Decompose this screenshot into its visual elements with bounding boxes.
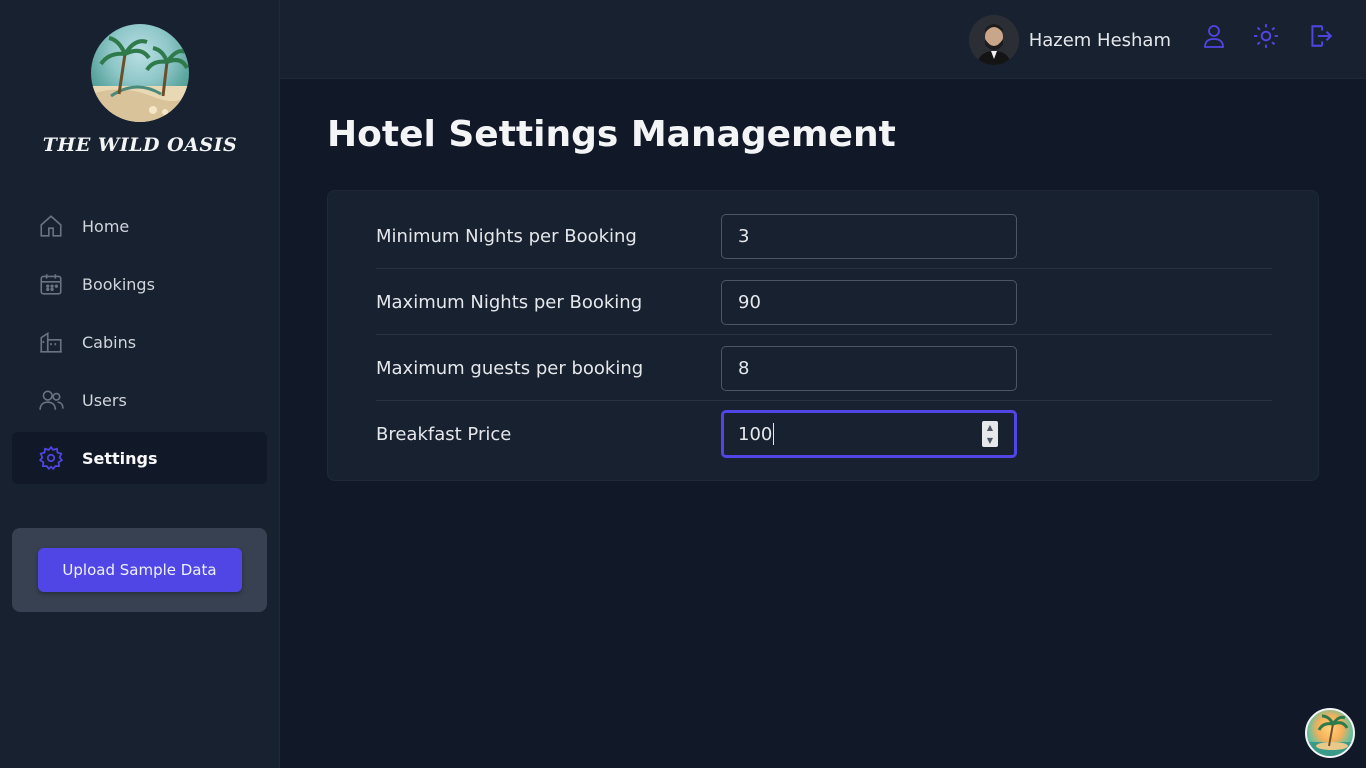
brand-name: THE WILD OASIS [42,134,238,156]
setting-row-breakfast-price: Breakfast Price 100 ▲ ▼ [376,401,1272,467]
setting-row-max-nights: Maximum Nights per Booking 90 [376,269,1272,335]
setting-row-min-nights: Minimum Nights per Booking 3 [376,203,1272,269]
brand: THE WILD OASIS [0,24,280,156]
sidebar-item-label: Settings [82,448,158,468]
max-guests-input[interactable]: 8 [721,345,1017,391]
input-value: 8 [738,357,750,379]
setting-row-max-guests: Maximum guests per booking 8 [376,335,1272,401]
sidebar-item-users[interactable]: Users [12,374,267,426]
sidebar-item-settings[interactable]: Settings [12,432,267,484]
input-value: 100 [738,423,773,445]
setting-label: Minimum Nights per Booking [376,225,637,247]
breakfast-price-input[interactable]: 100 ▲ ▼ [721,410,1017,458]
upload-panel: Upload Sample Data [12,528,267,612]
spinner-down-icon[interactable]: ▼ [987,436,993,445]
home-icon [38,213,64,239]
text-caret [773,423,775,445]
input-value: 90 [738,291,761,313]
page-title: Hotel Settings Management [327,114,896,155]
setting-label: Breakfast Price [376,423,512,445]
floating-palm-logo-icon[interactable] [1305,708,1355,758]
setting-label: Maximum Nights per Booking [376,291,643,313]
building-icon [38,329,64,355]
setting-label: Maximum guests per booking [376,357,644,379]
sidebar-item-home[interactable]: Home [12,200,267,252]
avatar [968,15,1019,65]
logout-icon[interactable] [1306,22,1334,50]
sidebar-item-cabins[interactable]: Cabins [12,316,267,368]
sidebar-item-label: Home [82,216,130,236]
sidebar-item-label: Cabins [82,332,137,352]
app-root: THE WILD OASIS Home Bookings Cabins User… [0,0,1366,768]
input-value: 3 [738,225,750,247]
settings-form: Minimum Nights per Booking 3 Maximum Nig… [327,190,1319,481]
sidebar-nav: Home Bookings Cabins Users Settings [12,200,267,490]
gear-icon [38,445,64,471]
calendar-icon [38,271,64,297]
top-header: Hazem Hesham [280,0,1366,79]
sidebar: THE WILD OASIS Home Bookings Cabins User… [0,0,280,768]
number-spinner[interactable]: ▲ ▼ [982,421,998,447]
upload-sample-data-button[interactable]: Upload Sample Data [37,548,242,592]
users-icon [38,387,64,413]
sidebar-item-label: Users [82,390,127,410]
sun-icon[interactable] [1252,22,1280,50]
user-icon[interactable] [1200,22,1228,50]
sidebar-item-bookings[interactable]: Bookings [12,258,267,310]
user-name: Hazem Hesham [1028,29,1171,51]
sidebar-item-label: Bookings [82,274,155,294]
min-nights-input[interactable]: 3 [721,213,1017,259]
spinner-up-icon[interactable]: ▲ [987,423,993,432]
palm-island-logo-icon [91,24,189,122]
max-nights-input[interactable]: 90 [721,279,1017,325]
user-profile[interactable]: Hazem Hesham [968,12,1171,68]
